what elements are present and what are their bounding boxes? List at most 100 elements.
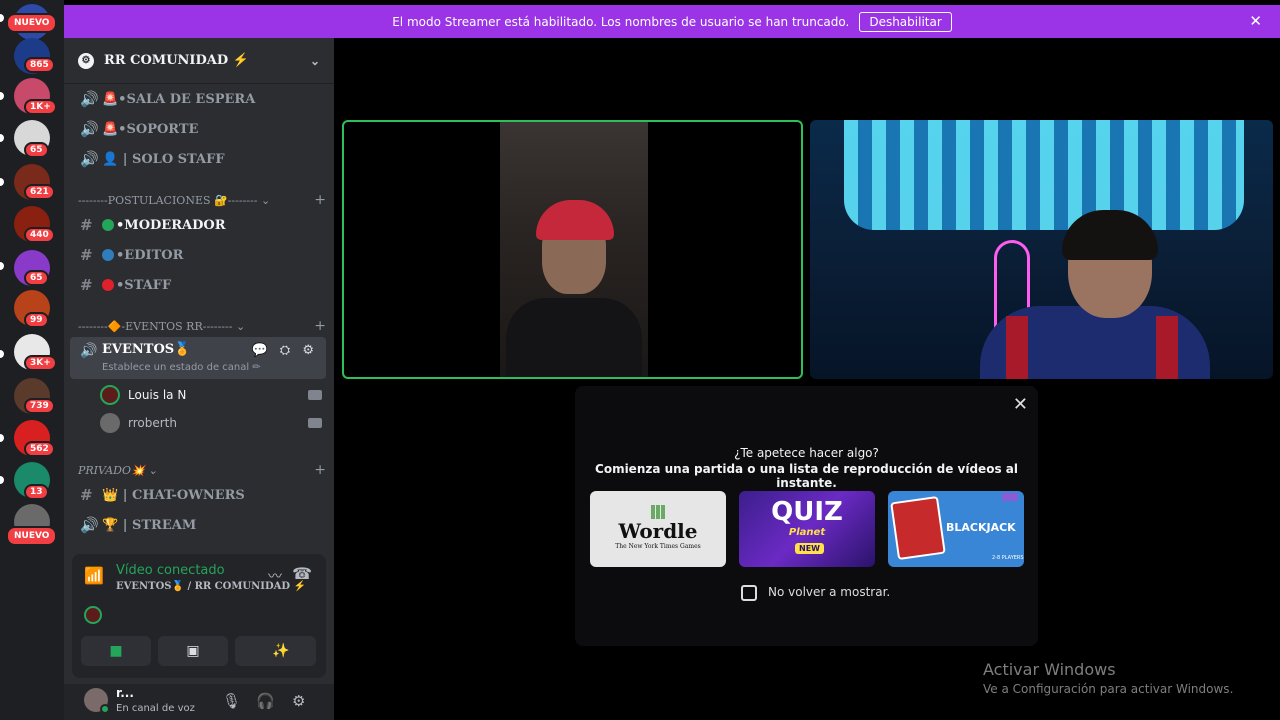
mention-badge: 1K+ [24,99,57,115]
speaker-icon: 🔊 [80,150,99,168]
unread-pip [0,476,4,484]
video-tile-rroberth[interactable] [810,120,1273,379]
voice-user[interactable]: Louis la N [100,382,322,408]
camera-icon [308,418,322,428]
headphones-icon[interactable]: 🎧 [256,692,275,710]
new-badge: NUEVO [6,526,58,546]
channel-label: 👑 | CHAT-OWNERS [102,487,245,503]
channel-label: 🚨•SOPORTE [102,121,199,137]
person-cap [536,200,614,240]
new-badge: NUEVO [6,13,58,33]
speaker-icon: 🔊 [80,90,99,108]
mention-badge: 65 [24,270,49,286]
channel-action-icons[interactable]: 💬 ⛭ ⚙ [251,343,318,358]
disable-streamer-button[interactable]: Deshabilitar [859,11,952,32]
dont-show-checkbox[interactable] [741,585,757,601]
unread-pip [0,14,4,22]
hash-icon: # [80,486,93,504]
windows-activation-watermark: Activar Windows Ve a Configuración para … [983,660,1233,696]
shirt-stripe [1156,316,1178,379]
quiz-planet-card[interactable]: QUIZ Planet NEW [739,491,875,567]
channel-editor[interactable]: # •EDITOR [72,241,326,269]
disconnect-icon[interactable]: ☎ [292,564,312,583]
screen-share-button[interactable]: ▣ [158,636,228,666]
signal-icon[interactable]: 📶 [84,566,104,585]
red-circle-icon [102,279,114,291]
quiz-planet-label: Planet [788,527,826,538]
settings-gear-icon[interactable]: ⚙ [292,692,305,710]
set-channel-status[interactable]: Establece un estado de canal ✏ [102,362,261,373]
channel-soporte[interactable]: 🔊 🚨•SOPORTE [72,115,326,143]
green-circle-icon [102,219,114,231]
blue-circle-icon [102,249,114,261]
close-banner-icon[interactable]: ✕ [1249,12,1262,30]
channel-label: •MODERADOR [116,217,226,233]
blackjack-players: 2-8 PLAYERS [992,555,1024,561]
new-badge: NEW [795,543,824,554]
channel-stream[interactable]: 🔊 🏆 | STREAM [72,511,326,539]
channel-staff[interactable]: # •STAFF [72,271,326,299]
unread-pip [0,134,4,142]
channel-sala-de-espera[interactable]: 🔊 🚨•SALA DE ESPERA [72,85,326,113]
voice-user-name: rroberth [128,416,177,430]
unread-pip [0,92,4,100]
add-channel-icon[interactable]: + [314,318,326,334]
speaker-icon: 🔊 [80,120,99,138]
voice-user-name: Louis la N [128,388,187,402]
hash-icon: # [80,276,93,294]
category-postulaciones[interactable]: --------POSTULACIONES 🔐-------- ⌄ + [78,191,326,209]
online-status-icon [100,704,110,714]
voice-status[interactable]: Vídeo conectado [116,563,225,578]
wordle-card[interactable]: Wordle The New York Times Games [590,491,726,567]
channel-chat-owners[interactable]: # 👑 | CHAT-OWNERS [72,481,326,509]
speaker-icon: 🔊 [80,343,98,359]
category-eventos[interactable]: --------🔶-EVENTOS RR-------- ⌄ + [78,317,326,335]
camera-icon [308,390,322,400]
microphone-icon[interactable]: 🎙 [222,692,241,710]
wordle-title: Wordle [618,519,698,543]
mention-badge: 3K+ [24,355,57,371]
mention-badge: 562 [24,441,55,457]
channel-label: •STAFF [116,277,172,293]
channel-label: 🏆 | STREAM [102,517,197,533]
card-tag-icon [1002,493,1018,501]
user-name[interactable]: r... [116,686,134,700]
server-name: RR COMUNIDAD ⚡ [104,53,249,68]
blackjack-title: BLACKJACK [946,521,1016,534]
server-header[interactable]: ⚙ RR COMUNIDAD ⚡ ⌄ [64,38,334,84]
speaking-avatar [84,606,102,624]
activity-subtitle: Comienza una partida o una lista de repr… [595,462,1018,490]
unread-pip [0,262,4,270]
channel-label: 🚨•SALA DE ESPERA [102,91,256,107]
channel-label: EVENTOS🏅 [102,342,191,357]
channel-sidebar: ⚙ RR COMUNIDAD ⚡ ⌄ 🔊 🚨•SALA DE ESPERA 🔊 … [64,38,334,720]
add-channel-icon[interactable]: + [314,462,326,478]
unread-pip [0,350,4,358]
blackjack-card[interactable]: BLACKJACK 2-8 PLAYERS [888,491,1024,567]
channel-moderador[interactable]: # •MODERADOR [72,211,326,239]
unread-pip [0,178,4,186]
add-channel-icon[interactable]: + [314,192,326,208]
channel-eventos-active[interactable]: 🔊 EVENTOS🏅 Establece un estado de canal … [70,337,326,379]
camera-feed [500,122,648,377]
category-label: PRIVADO💥 ⌄ [78,463,158,477]
camera-toggle-button[interactable]: ■ [81,636,151,666]
close-icon[interactable]: ✕ [1013,394,1028,415]
voice-user[interactable]: rroberth [100,410,322,436]
dont-show-label[interactable]: No volver a mostrar. [768,585,890,599]
avatar [100,385,120,405]
hash-icon: # [80,246,93,264]
mention-badge: 13 [24,484,49,500]
video-tile-louis[interactable] [342,120,803,379]
soundboard-button[interactable]: ✨ [246,636,316,666]
noise-suppression-icon[interactable]: 〰 [268,566,282,586]
wordle-subtitle: The New York Times Games [615,543,701,550]
chevron-down-icon[interactable]: ⌄ [310,54,320,68]
avatar [100,413,120,433]
channel-solo-staff[interactable]: 🔊 👤 | SOLO STAFF [72,145,326,173]
category-privado[interactable]: PRIVADO💥 ⌄ + [78,461,326,479]
mention-badge: 621 [24,184,55,200]
mention-badge: 739 [24,398,55,414]
mention-badge: 65 [24,142,49,158]
playing-cards-icon [890,495,946,561]
